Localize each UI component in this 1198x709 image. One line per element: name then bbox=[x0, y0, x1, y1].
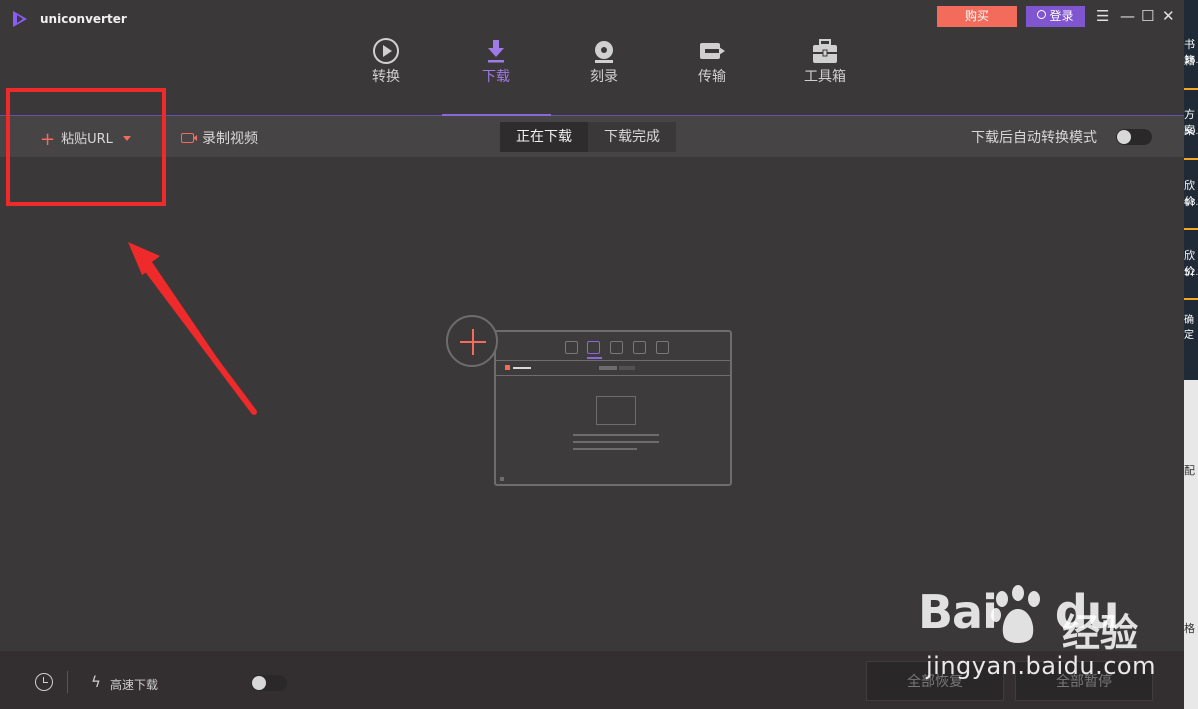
illustration-tab bbox=[619, 366, 635, 370]
record-video-button[interactable]: 录制视频 bbox=[181, 128, 258, 148]
background-window-strip: 书籍 36. 方案 50. 欣价 48. 欣价 52. 确定 配 格 bbox=[1184, 0, 1198, 709]
tab-download-complete[interactable]: 下载完成 bbox=[588, 122, 676, 152]
tab-transfer[interactable]: 传输 bbox=[682, 36, 742, 86]
tab-convert[interactable]: 转换 bbox=[356, 36, 416, 86]
strip-text: 52. bbox=[1184, 268, 1198, 278]
illustration-active-underline bbox=[587, 357, 602, 359]
illustration-tab bbox=[599, 366, 617, 370]
illustration-square bbox=[656, 341, 669, 354]
strip-line bbox=[1184, 158, 1198, 160]
menu-icon[interactable]: ☰ bbox=[1096, 6, 1109, 26]
fast-download-label: 高速下载 bbox=[110, 678, 159, 692]
minimize-icon[interactable]: — bbox=[1120, 6, 1135, 26]
tab-convert-label: 转换 bbox=[372, 69, 400, 85]
auto-convert-label: 下载后自动转换模式 bbox=[971, 130, 1097, 146]
watermark-url: jingyan.baidu.com bbox=[926, 652, 1156, 680]
add-plus-icon bbox=[446, 315, 498, 367]
strip-text: 确定 bbox=[1184, 315, 1194, 341]
record-video-label: 录制视频 bbox=[202, 131, 258, 147]
strip-text: 配 bbox=[1184, 464, 1195, 477]
toolbox-icon bbox=[813, 39, 837, 63]
login-label: 登录 bbox=[1049, 9, 1074, 23]
tab-burn[interactable]: 刻录 bbox=[574, 36, 634, 86]
watermark-cn: 经验 bbox=[1062, 611, 1139, 655]
illustration-line bbox=[513, 367, 531, 369]
download-arrow-icon bbox=[488, 40, 504, 63]
camera-icon bbox=[181, 133, 197, 143]
illustration-divider bbox=[496, 360, 730, 361]
title-bar: uniconverter 购买 登录 ☰ — ☐ ✕ 转换 下载 刻录 传输 工… bbox=[0, 0, 1184, 117]
illustration-dot bbox=[500, 477, 504, 481]
lightning-icon: ϟ bbox=[91, 673, 101, 691]
tab-toolbox[interactable]: 工具箱 bbox=[795, 36, 855, 86]
close-icon[interactable]: ✕ bbox=[1162, 6, 1175, 26]
download-toolbar: + 粘贴URL 录制视频 正在下载 下载完成 下载后自动转换模式 bbox=[0, 116, 1184, 157]
illustration-square bbox=[633, 341, 646, 354]
tab-download[interactable]: 下载 bbox=[466, 36, 526, 86]
tab-download-label: 下载 bbox=[482, 69, 510, 85]
strip-line bbox=[1184, 228, 1198, 230]
tab-burn-label: 刻录 bbox=[590, 69, 618, 85]
illustration-square-active bbox=[587, 341, 600, 354]
empty-state-illustration bbox=[494, 330, 732, 486]
tab-toolbox-label: 工具箱 bbox=[804, 69, 846, 85]
tab-transfer-label: 传输 bbox=[698, 69, 726, 85]
illustration-thumbnail bbox=[596, 396, 636, 425]
download-status-tabs: 正在下载 下载完成 bbox=[500, 122, 676, 152]
strip-line bbox=[1184, 88, 1198, 90]
divider bbox=[67, 671, 68, 693]
app-name: uniconverter bbox=[40, 12, 127, 26]
app-logo-icon bbox=[13, 11, 27, 27]
strip-text: 48. bbox=[1184, 198, 1198, 208]
watermark-brand-part1: Bai bbox=[918, 585, 998, 639]
baidu-paw-logo-icon bbox=[991, 585, 1040, 643]
strip-text: 36. bbox=[1184, 56, 1198, 66]
schedule-alarm-icon[interactable] bbox=[35, 673, 53, 691]
illustration-square bbox=[610, 341, 623, 354]
login-button[interactable]: 登录 bbox=[1026, 6, 1085, 27]
maximize-icon[interactable]: ☐ bbox=[1141, 6, 1154, 26]
illustration-text-line bbox=[573, 448, 637, 450]
annotation-highlight-box bbox=[6, 88, 166, 206]
illustration-square bbox=[565, 341, 578, 354]
illustration-text-line bbox=[573, 434, 659, 436]
auto-convert-toggle[interactable] bbox=[1116, 129, 1152, 145]
illustration-text-line bbox=[573, 441, 659, 443]
buy-button[interactable]: 购买 bbox=[937, 6, 1017, 27]
user-icon bbox=[1037, 10, 1047, 19]
strip-panel bbox=[1184, 380, 1198, 709]
illustration-divider bbox=[496, 375, 730, 376]
tab-downloading[interactable]: 正在下载 bbox=[500, 122, 588, 152]
strip-text: 50. bbox=[1184, 127, 1198, 137]
transfer-icon bbox=[700, 43, 725, 59]
burn-disc-icon bbox=[595, 41, 613, 63]
convert-play-icon bbox=[373, 38, 399, 64]
fast-download-toggle[interactable] bbox=[251, 675, 287, 691]
strip-line bbox=[1184, 298, 1198, 300]
strip-text: 格 bbox=[1184, 622, 1195, 635]
illustration-red-dot bbox=[505, 365, 510, 370]
